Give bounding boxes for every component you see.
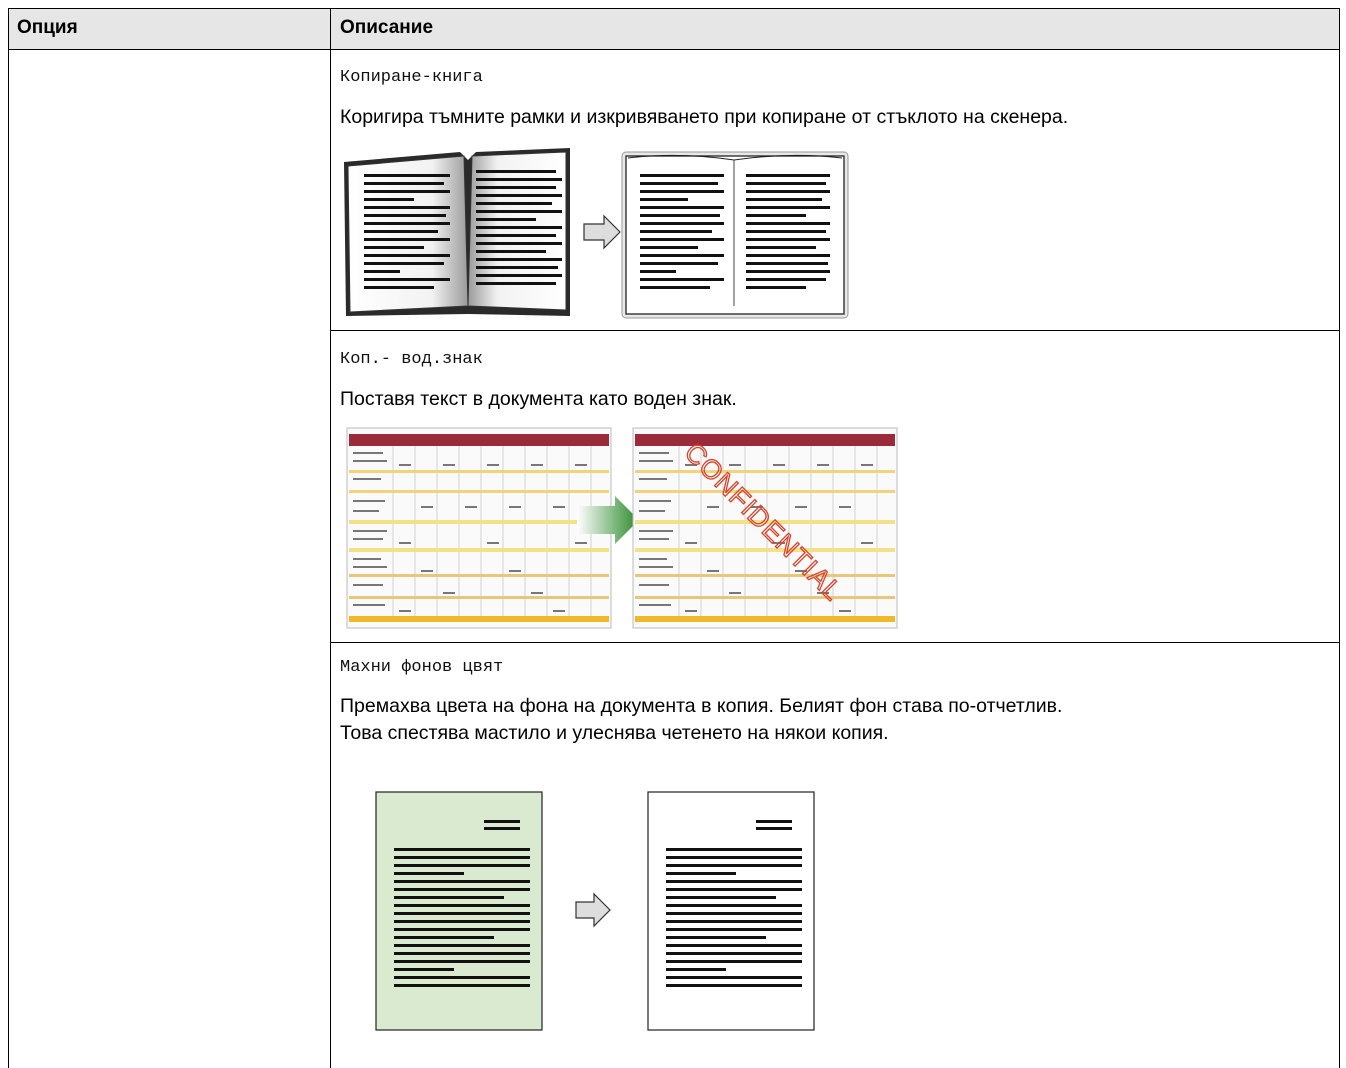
book-copy-illustration	[338, 146, 858, 322]
options-table: Опция Описание Копиране-книга Коригира т…	[0, 0, 1346, 1068]
header-option: Опция	[17, 17, 78, 38]
setting-description-line-1: Премахва цвета на фона на документа в ко…	[340, 695, 1063, 717]
spreadsheet-watermarked: CONFIDENTIAL	[632, 427, 898, 629]
setting-description: Поставя текст в документа като воден зна…	[340, 388, 737, 410]
setting-description: Коригира тъмните рамки и изкривяването п…	[340, 106, 1069, 128]
table-header	[8, 9, 1339, 49]
watermark-copy-illustration: CONFIDENTIAL	[343, 424, 903, 634]
spreadsheet-original	[346, 427, 612, 629]
setting-name: Копиране-книга	[340, 68, 483, 87]
arrow-icon	[575, 892, 611, 928]
setting-name: Коп.- вод.знак	[340, 350, 483, 369]
header-description: Описание	[340, 17, 434, 38]
remove-background-illustration	[374, 790, 820, 1036]
arrow-icon	[583, 214, 621, 250]
setting-name: Махни фонов цвят	[340, 658, 504, 677]
setting-description-line-2: Това спестява мастило и улеснява четенет…	[340, 722, 889, 744]
